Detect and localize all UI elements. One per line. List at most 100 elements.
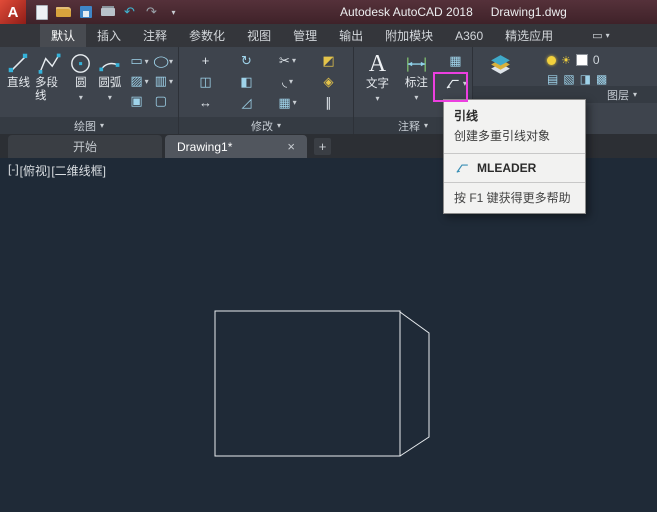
envelope-body-rectangle[interactable]	[214, 310, 401, 457]
stretch-button[interactable]: ↔	[185, 92, 226, 113]
ellipse-icon: ◯	[152, 55, 169, 68]
ribbon-tab-annotate[interactable]: 注释	[132, 24, 178, 47]
draw-panel-label[interactable]: 绘图 ▾	[0, 117, 178, 134]
start-tab-label: 开始	[72, 140, 97, 154]
undo-icon: ↶	[124, 4, 135, 19]
dimension-icon	[407, 57, 426, 72]
layer-tool-icon[interactable]: ▩	[596, 72, 607, 86]
ellipse-button[interactable]: ◯ ▾	[152, 51, 176, 71]
layer-freeze-sun-icon: ☀	[561, 54, 571, 67]
copy-button[interactable]: ◫	[185, 71, 226, 92]
move-button[interactable]: +	[185, 50, 226, 71]
explode-icon: ◈	[323, 73, 334, 89]
rectangle-button[interactable]: ▭ ▾	[127, 51, 151, 71]
fillet-icon: ◟	[281, 73, 288, 89]
chevron-down-icon: ▾	[144, 76, 149, 86]
erase-icon: ◩	[322, 52, 335, 68]
layer-stack-icon	[490, 55, 510, 74]
line-button[interactable]: 直线	[4, 49, 33, 90]
ribbon-tab-addins[interactable]: 附加模块	[374, 24, 444, 47]
gradient-button[interactable]: ▥ ▾	[152, 71, 176, 91]
undo-button[interactable]: ↶	[119, 2, 140, 22]
polyline-button[interactable]: 多段线	[33, 49, 66, 103]
polyline-icon	[38, 53, 61, 74]
trim-icon: ✂	[279, 52, 290, 68]
layer-properties-button[interactable]	[479, 50, 521, 86]
rotate-button[interactable]: ↻	[226, 50, 267, 71]
tooltip-description: 创建多重引线对象	[454, 129, 551, 143]
plot-button[interactable]	[97, 2, 118, 22]
new-file-button[interactable]	[31, 2, 52, 22]
draw-panel: 直线 多段线 圆 ▾ 圆弧 ▾ ▭ ▾ ◯ ▾ ▨ ▾ ▥ ▾ ▣ ▢ 绘图 ▾	[0, 47, 179, 134]
envelope-flap-outline[interactable]	[399, 311, 430, 457]
scale-button[interactable]: ◿	[226, 92, 267, 113]
ribbon-tab-parametric[interactable]: 参数化	[178, 24, 236, 47]
chevron-down-icon: ▾	[289, 77, 294, 86]
circle-button[interactable]: 圆 ▾	[66, 49, 95, 104]
leader-tooltip: 引线 创建多重引线对象 MLEADER 按 F1 键获得更多帮助	[443, 99, 586, 214]
offset-button[interactable]: ∥	[308, 92, 349, 113]
mirror-button[interactable]: ◧	[226, 71, 267, 92]
erase-button[interactable]: ◩	[308, 50, 349, 71]
layers-panel-title: 图层	[606, 89, 629, 102]
app-title-text: Autodesk AutoCAD 2018	[340, 5, 473, 19]
redo-button[interactable]: ↷	[141, 2, 162, 22]
layer-tools-row: ▤ ▧ ◨ ▩	[547, 72, 607, 86]
open-folder-icon	[56, 7, 71, 17]
customize-quick-access-button[interactable]: ▾	[163, 2, 184, 22]
chevron-down-icon: ▾	[414, 93, 419, 102]
ribbon-tab-a360[interactable]: A360	[444, 24, 494, 47]
circle-icon	[71, 54, 91, 73]
modify-panel-label[interactable]: 修改 ▾	[179, 117, 353, 134]
window-title: Autodesk AutoCAD 2018 Drawing1.dwg	[340, 0, 567, 24]
ribbon-display-toggle[interactable]: ▭ ▾	[592, 24, 609, 47]
layers-panel-body: ☀ 0 ▤ ▧ ◨ ▩	[473, 47, 657, 86]
ribbon-tab-view[interactable]: 视图	[236, 24, 282, 47]
modify-panel: + ↻ ✂ ▾ ◩ ◫ ◧ ◟ ▾ ◈ ↔ ◿ ▦ ▾ ∥ 修改 ▾	[179, 47, 354, 134]
ribbon-tab-featured-apps[interactable]: 精选应用	[494, 24, 564, 47]
file-tab-drawing1[interactable]: Drawing1* ×	[165, 135, 307, 158]
leader-button[interactable]: ▾	[444, 72, 467, 95]
arc-button[interactable]: 圆弧 ▾	[95, 49, 124, 104]
trim-button[interactable]: ✂ ▾	[267, 50, 308, 71]
annotate-panel-title: 注释	[397, 120, 420, 133]
ribbon-tab-output[interactable]: 输出	[328, 24, 374, 47]
layer-tool-icon[interactable]: ▤	[547, 72, 558, 86]
offset-icon: ∥	[325, 94, 332, 110]
scale-icon: ◿	[241, 94, 252, 110]
ribbon-tab-home[interactable]: 默认	[40, 24, 87, 47]
application-menu-button[interactable]: A	[0, 0, 26, 24]
hatch-button[interactable]: ▨ ▾	[127, 71, 151, 91]
file-tab-start[interactable]: 开始	[8, 135, 162, 158]
ribbon-tab-manage[interactable]: 管理	[282, 24, 328, 47]
chevron-down-icon: ▾	[107, 93, 112, 102]
tooltip-title: 引线	[454, 109, 479, 123]
array-button[interactable]: ▦ ▾	[267, 92, 308, 113]
boundary-button[interactable]: ▢	[152, 91, 176, 111]
fillet-button[interactable]: ◟ ▾	[267, 71, 308, 92]
autocad-logo-icon: A	[7, 3, 19, 21]
close-icon[interactable]: ×	[287, 139, 295, 154]
autocad-window: A ↶ ↷ ▾ Autodesk AutoCAD 2018 Drawing1.d…	[0, 0, 657, 512]
explode-button[interactable]: ◈	[308, 71, 349, 92]
table-button[interactable]: ▦	[449, 49, 461, 72]
modify-tools-grid: + ↻ ✂ ▾ ◩ ◫ ◧ ◟ ▾ ◈ ↔ ◿ ▦ ▾ ∥	[183, 49, 351, 114]
text-button[interactable]: A 文字 ▾	[358, 49, 397, 105]
dimension-button[interactable]: 标注 ▾	[397, 49, 436, 104]
boundary-icon: ▢	[154, 93, 167, 108]
open-file-button[interactable]	[53, 2, 74, 22]
save-disk-icon	[79, 6, 92, 18]
move-icon: +	[201, 53, 210, 68]
ribbon-panel-icon: ▭	[592, 30, 603, 42]
stretch-icon: ↔	[199, 95, 212, 110]
chevron-down-icon: ▾	[462, 79, 467, 88]
chevron-down-icon: ▾	[78, 93, 83, 102]
line-icon	[8, 53, 28, 73]
save-button[interactable]	[75, 2, 96, 22]
layer-tool-icon[interactable]: ◨	[580, 72, 591, 86]
region-button[interactable]: ▣	[127, 91, 151, 111]
layer-tool-icon[interactable]: ▧	[563, 72, 574, 86]
layer-dropdown[interactable]: ☀ 0	[547, 53, 607, 67]
ribbon-tab-insert[interactable]: 插入	[86, 24, 132, 47]
new-drawing-tab-button[interactable]: +	[314, 138, 331, 155]
